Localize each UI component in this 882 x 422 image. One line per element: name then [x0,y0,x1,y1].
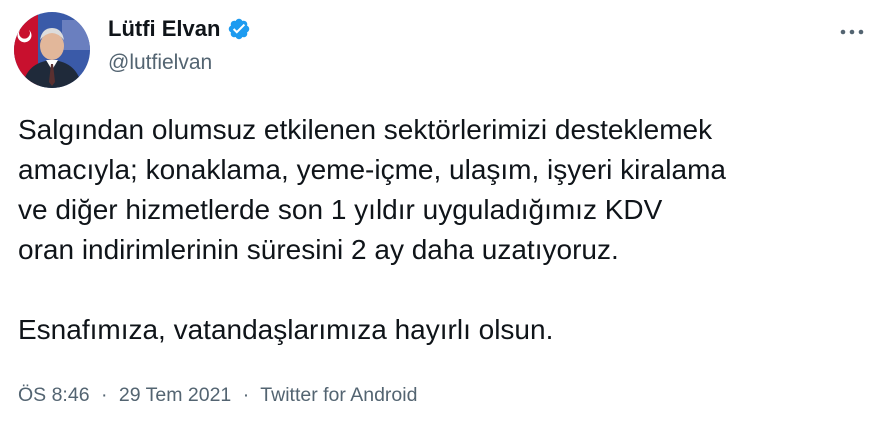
more-options-icon[interactable] [834,20,870,44]
avatar[interactable] [14,12,90,88]
author-name-row: Lütfi Elvan [108,16,251,42]
tweet-paragraph-2: Esnafımıza, vatandaşlarımıza hayırlı ols… [18,314,554,345]
tweet-date[interactable]: 29 Tem 2021 [119,384,231,406]
tweet-paragraph-1: Salgından olumsuz etkilenen sektörlerimi… [18,114,726,265]
tweet-time[interactable]: ÖS 8:46 [18,384,90,406]
meta-separator: · [100,384,108,406]
avatar-photo [14,12,90,88]
author-handle[interactable]: @lutfielvan [108,51,251,75]
tweet-text: Salgından olumsuz etkilenen sektörlerimi… [18,110,873,350]
tweet-source[interactable]: Twitter for Android [260,384,417,406]
tweet-metadata: ÖS 8:46 · 29 Tem 2021 · Twitter for Andr… [18,384,417,407]
author-block: Lütfi Elvan @lutfielvan [108,16,251,75]
author-name[interactable]: Lütfi Elvan [108,16,220,42]
meta-separator: · [242,384,250,406]
verified-badge-icon [227,17,251,41]
